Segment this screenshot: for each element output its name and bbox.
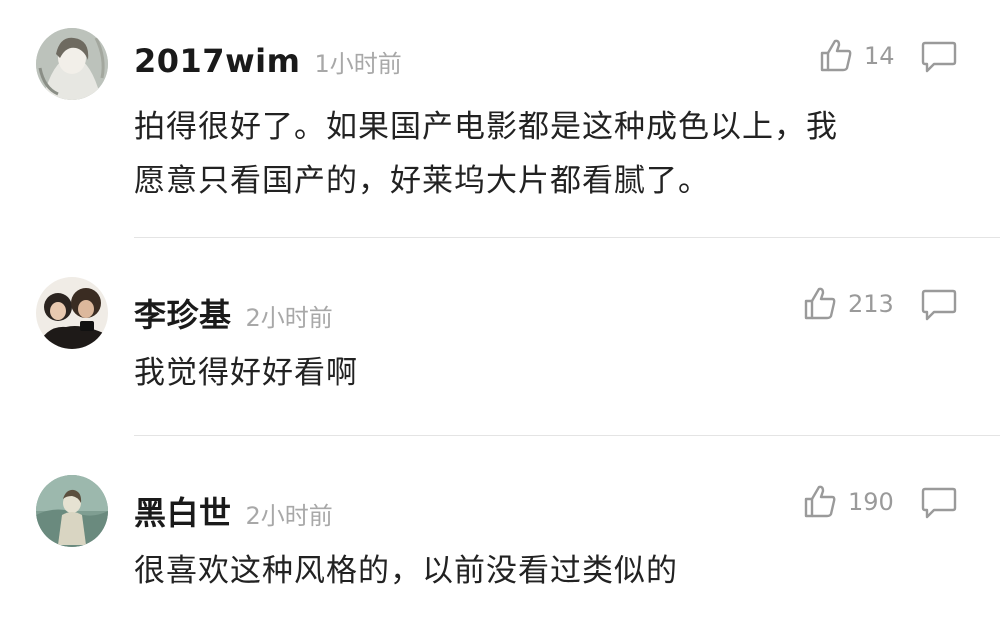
username-text[interactable]: 李珍基 [134, 296, 232, 334]
comment-bubble-icon[interactable] [920, 288, 958, 322]
comment-bubble-icon[interactable] [920, 486, 958, 520]
username[interactable]: 黑白世 2小时前 [134, 488, 333, 534]
avatar-image [36, 277, 108, 349]
comment-text: 我觉得好好看啊 [134, 346, 954, 400]
comment-text-line: 愿意只看国产的，好莱坞大片都看腻了。 [134, 163, 710, 199]
comment-text-line: 拍得很好了。如果国产电影都是这种成色以上，我 [134, 109, 838, 145]
comment-text-line: 我觉得好好看啊 [134, 355, 358, 391]
username-text[interactable]: 2017wim [134, 42, 300, 80]
like-count: 190 [848, 488, 894, 516]
divider [134, 435, 1000, 436]
timestamp: 1小时前 [314, 50, 402, 78]
comment-text: 很喜欢这种风格的，以前没看过类似的 [134, 544, 954, 598]
like-count: 213 [848, 290, 894, 318]
username[interactable]: 李珍基 2小时前 [134, 290, 333, 336]
timestamp: 2小时前 [245, 304, 333, 332]
avatar-image [36, 28, 108, 100]
comment-text-line: 很喜欢这种风格的，以前没看过类似的 [134, 553, 678, 589]
username[interactable]: 2017wim 1小时前 [134, 42, 402, 80]
thumbs-up-icon[interactable] [802, 285, 838, 321]
timestamp: 2小时前 [245, 502, 333, 530]
divider [134, 237, 1000, 238]
avatar[interactable] [36, 475, 108, 547]
comment-bubble-icon[interactable] [920, 40, 958, 74]
comment-text: 拍得很好了。如果国产电影都是这种成色以上，我 愿意只看国产的，好莱坞大片都看腻了… [134, 100, 954, 208]
comment-list: 2017wim 1小时前 14 拍得很好了。如果国产电影都是这种成色以上，我 愿意… [0, 0, 1000, 622]
avatar[interactable] [36, 277, 108, 349]
avatar-image [36, 475, 108, 547]
username-text[interactable]: 黑白世 [134, 494, 232, 532]
thumbs-up-icon[interactable] [818, 37, 854, 73]
avatar[interactable] [36, 28, 108, 100]
like-count: 14 [864, 42, 895, 70]
thumbs-up-icon[interactable] [802, 483, 838, 519]
